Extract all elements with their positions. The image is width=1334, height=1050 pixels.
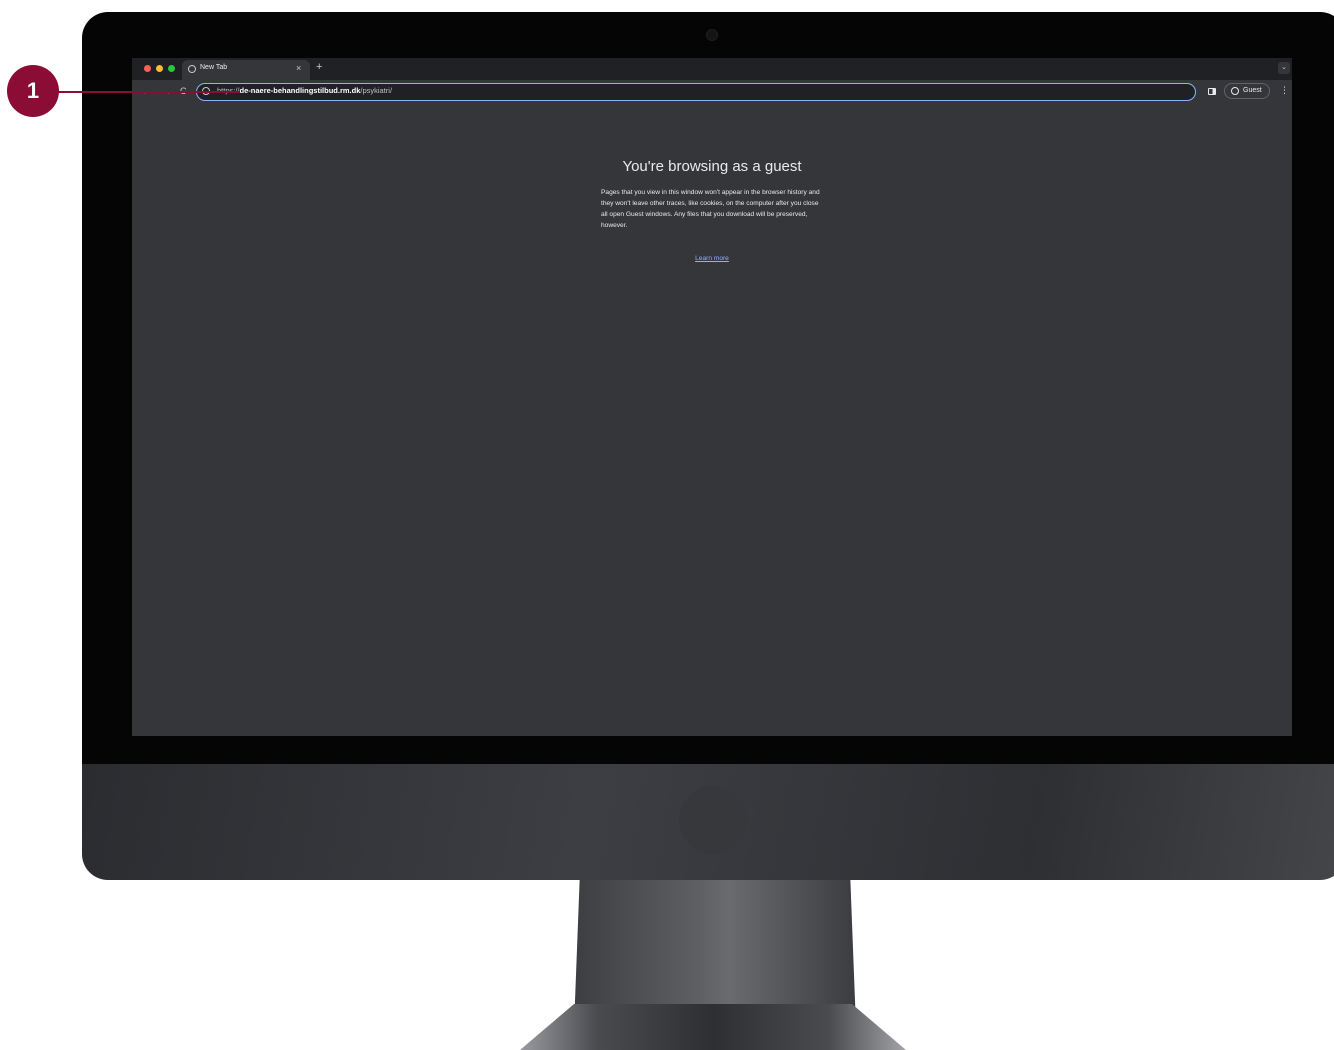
tab-search-button[interactable]: ⌄ — [1278, 62, 1290, 74]
side-panel-icon[interactable] — [1208, 88, 1216, 95]
page-title: You're browsing as a guest — [622, 158, 802, 175]
profile-label: Guest — [1243, 87, 1262, 94]
callout-badge: 1 — [7, 65, 59, 117]
tab-close-button[interactable]: × — [296, 63, 301, 73]
more-menu-icon[interactable]: ⋮ — [1280, 85, 1289, 95]
monitor-chin — [82, 764, 1334, 880]
guest-description: Pages that you view in this window won't… — [601, 189, 820, 229]
profile-icon — [1231, 87, 1239, 95]
address-bar-url: https://de-naere-behandlingstilbud.rm.dk… — [217, 86, 392, 95]
url-path: /psykiatri/ — [360, 86, 393, 95]
address-bar[interactable]: https://de-naere-behandlingstilbud.rm.dk… — [196, 83, 1196, 101]
camera-icon — [706, 29, 718, 41]
learn-more-link[interactable]: Learn more — [132, 255, 1292, 262]
profile-button[interactable]: Guest — [1224, 83, 1270, 99]
globe-icon — [188, 65, 196, 73]
close-window-button[interactable] — [144, 65, 151, 72]
browser-toolbar: ← → C https://de-naere-behandlingstilbud… — [132, 80, 1292, 104]
tab-strip: New Tab × + ⌄ — [132, 58, 1292, 80]
minimize-window-button[interactable] — [156, 65, 163, 72]
apple-logo-icon — [679, 786, 747, 854]
tab-title: New Tab — [200, 64, 228, 71]
new-tab-button[interactable]: + — [316, 61, 322, 73]
monitor-stand-base — [520, 1004, 906, 1050]
url-host: de-naere-behandlingstilbud.rm.dk — [239, 86, 361, 95]
zoom-window-button[interactable] — [168, 65, 175, 72]
browser-window: New Tab × + ⌄ ← → C https://de-naere-beh… — [132, 58, 1292, 736]
tab-new-tab[interactable]: New Tab × — [182, 60, 310, 80]
callout-line — [58, 91, 240, 93]
